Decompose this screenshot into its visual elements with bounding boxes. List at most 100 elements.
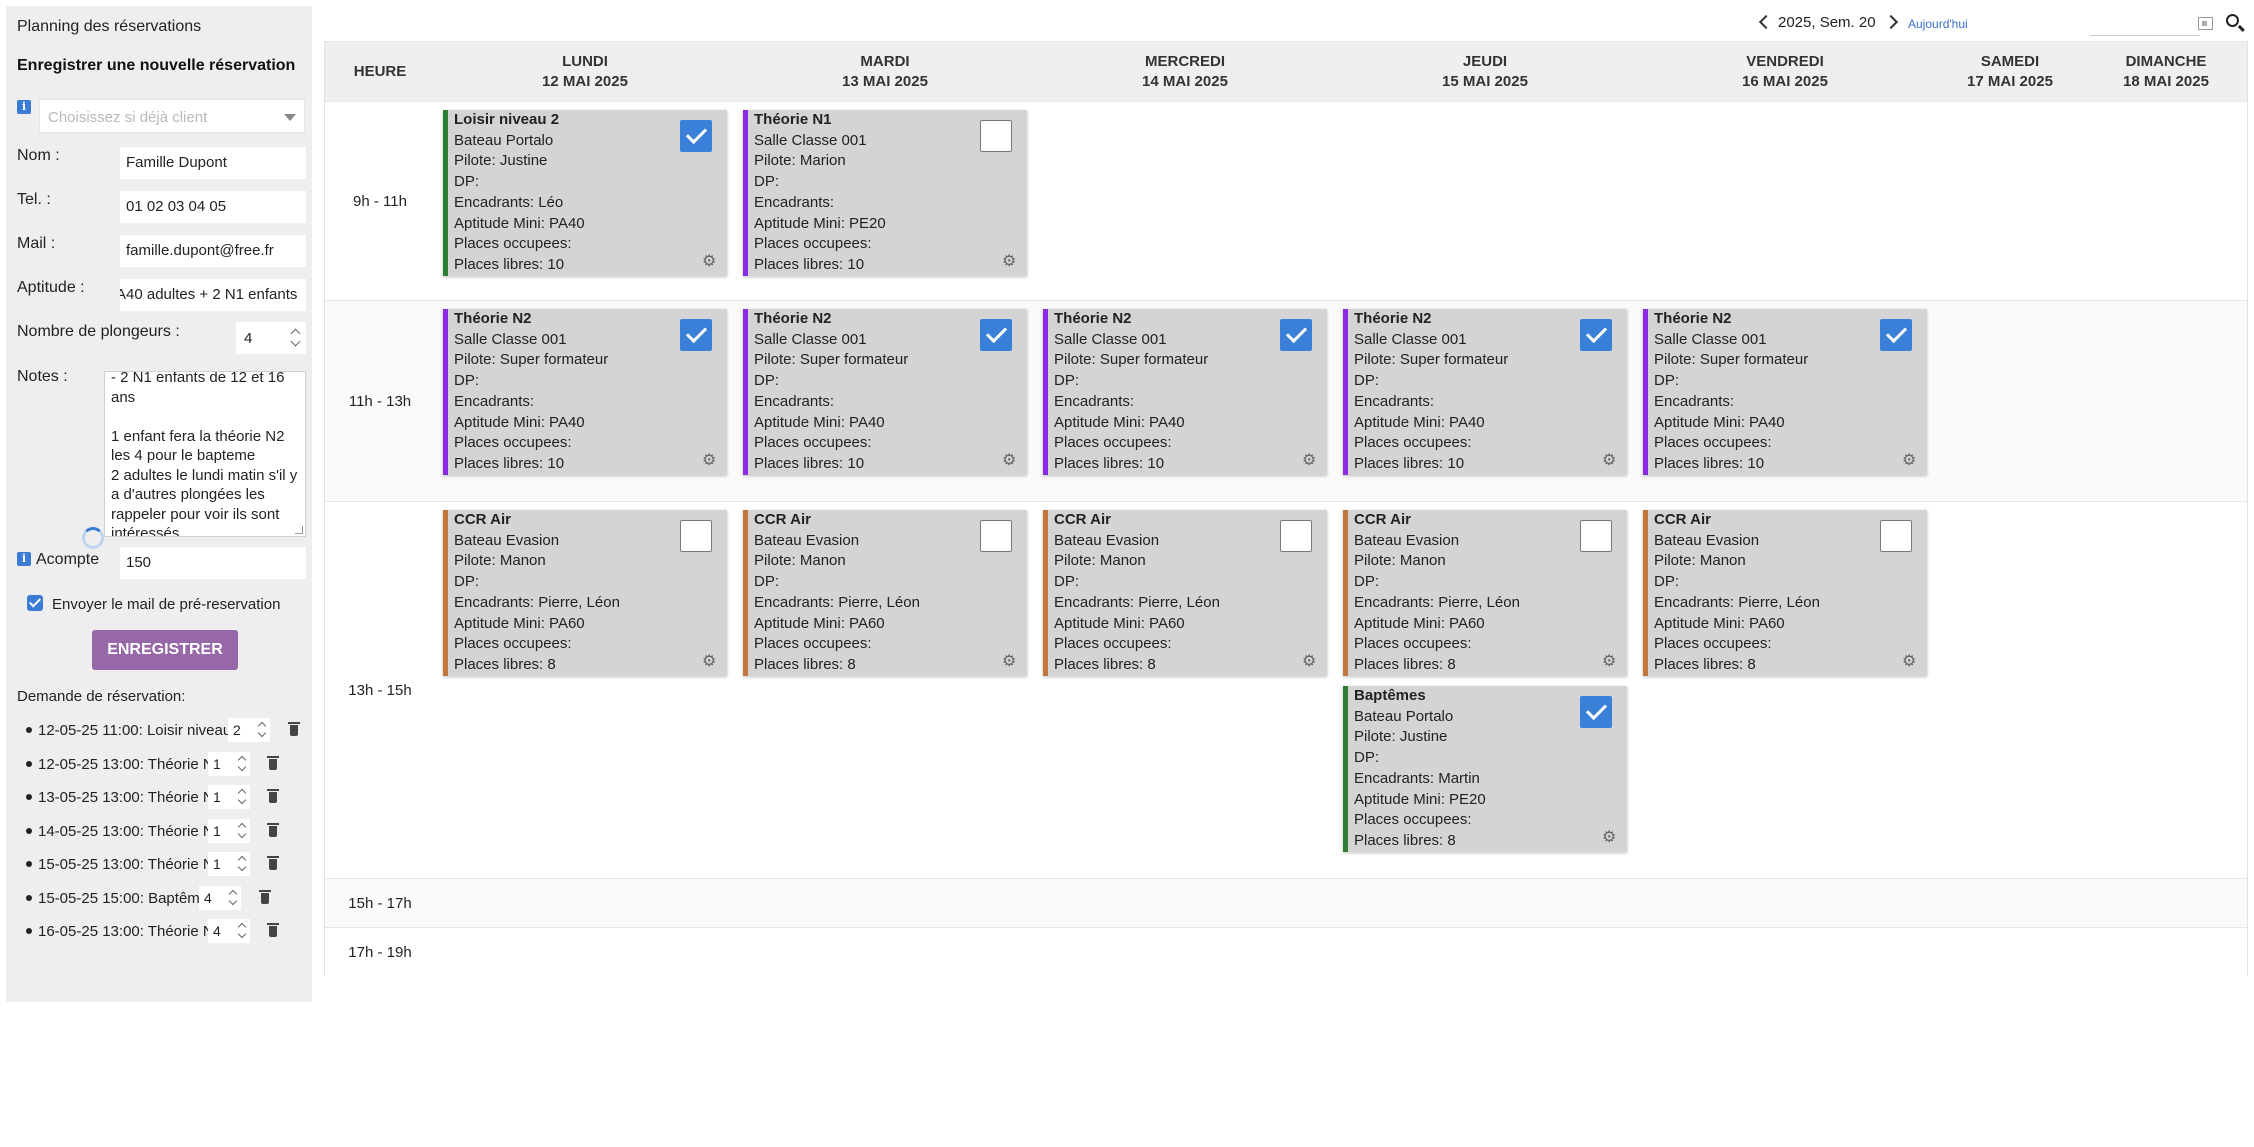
event-checkbox[interactable] (980, 120, 1012, 152)
event-card[interactable]: Théorie N2 Salle Classe 001 Pilote: Super … (743, 309, 1027, 475)
event-detail: Places libres: 8 (1354, 831, 1456, 849)
event-card[interactable]: CCR Air Bateau Evasion Pilote: Manon DP: Enc… (1643, 510, 1927, 676)
event-card[interactable]: CCR Air Bateau Evasion Pilote: Manon DP: Enc… (1043, 510, 1327, 676)
event-detail: DP: (754, 372, 780, 390)
event-detail: Places libres: 8 (1354, 655, 1456, 673)
stepper-arrows-icon[interactable] (288, 325, 303, 351)
event-detail: Aptitude Mini: PA40 (1354, 413, 1485, 431)
gear-icon[interactable]: ⚙ (1902, 654, 1916, 670)
today-link[interactable]: Aujourd'hui (1908, 17, 1968, 31)
event-card[interactable]: Théorie N2 Salle Classe 001 Pilote: Super … (1643, 309, 1927, 475)
event-checkbox[interactable] (980, 520, 1012, 552)
stepper-arrows-icon[interactable] (236, 753, 248, 775)
event-card[interactable]: Théorie N2 Salle Classe 001 Pilote: Super … (1043, 309, 1327, 475)
request-qty-stepper[interactable]: 1 (208, 785, 250, 809)
divers-count-stepper[interactable]: 4 (236, 322, 306, 354)
save-button[interactable]: ENREGISTRER (92, 630, 238, 670)
event-checkbox[interactable] (1580, 696, 1612, 728)
acompte-input[interactable]: 150 (120, 547, 306, 579)
event-details: CCR Air Bateau Evasion Pilote: Manon DP: Enc… (1654, 510, 1820, 676)
trash-icon[interactable] (259, 889, 271, 905)
stepper-arrows-icon[interactable] (227, 887, 239, 909)
trash-icon[interactable] (288, 722, 300, 737)
trash-icon[interactable] (267, 789, 279, 804)
event-checkbox[interactable] (1280, 319, 1312, 351)
resize-handle-icon[interactable] (295, 526, 303, 534)
gear-icon[interactable]: ⚙ (702, 453, 716, 469)
notes-textarea[interactable]: - 2 N1 enfants de 12 et 16 ans 1 enfant … (104, 371, 306, 537)
gear-icon[interactable]: ⚙ (1602, 453, 1616, 469)
event-checkbox[interactable] (680, 319, 712, 351)
event-checkbox[interactable] (680, 520, 712, 552)
event-detail: Bateau Evasion (1054, 531, 1160, 549)
event-detail: Places occupees: (1354, 635, 1472, 653)
request-qty-stepper[interactable]: 1 (208, 751, 250, 776)
request-qty-stepper[interactable]: 4 (208, 919, 250, 943)
tel-input[interactable]: 01 02 03 04 05 (120, 191, 306, 223)
event-detail: Aptitude Mini: PA40 (754, 413, 885, 431)
next-week-icon[interactable] (1883, 14, 1899, 30)
event-checkbox[interactable] (1580, 520, 1612, 552)
event-detail: Places libres: 10 (754, 454, 865, 472)
day-date: 16 MAI 2025 (1742, 73, 1828, 90)
client-select[interactable]: Choisissez si déjà client (39, 99, 305, 133)
gear-icon[interactable]: ⚙ (1302, 654, 1316, 670)
event-card[interactable]: CCR Air Bateau Evasion Pilote: Manon DP: Enc… (1343, 510, 1627, 676)
mail-input[interactable]: famille.dupont@free.fr (120, 235, 306, 267)
gear-icon[interactable]: ⚙ (1902, 453, 1916, 469)
gear-icon[interactable]: ⚙ (702, 254, 716, 270)
event-card[interactable]: Théorie N1 Salle Classe 001 Pilote: Marion… (743, 110, 1027, 276)
event-card[interactable]: CCR Air Bateau Evasion Pilote: Manon DP: Enc… (743, 510, 1027, 676)
trash-icon[interactable] (267, 856, 279, 871)
event-detail: Encadrants: (754, 392, 835, 410)
send-mail-checkbox[interactable] (27, 595, 43, 611)
event-detail: Places occupees: (1054, 434, 1172, 452)
name-input[interactable]: Famille Dupont (120, 147, 306, 179)
trash-icon[interactable] (267, 923, 279, 938)
event-detail: Aptitude Mini: PE20 (754, 214, 886, 232)
hour-column-header: HEURE (353, 63, 407, 80)
request-qty-stepper[interactable]: 1 (208, 818, 250, 843)
event-checkbox[interactable] (1280, 520, 1312, 552)
request-qty-stepper[interactable]: 1 (208, 852, 250, 876)
request-qty-stepper[interactable]: 2 (228, 718, 270, 742)
event-title: Théorie N2 (1654, 310, 1732, 327)
event-checkbox[interactable] (1580, 319, 1612, 351)
stepper-arrows-icon[interactable] (236, 786, 248, 808)
prev-week-icon[interactable] (1758, 14, 1774, 30)
event-card[interactable]: Théorie N2 Salle Classe 001 Pilote: Super … (1343, 309, 1627, 475)
aptitude-input[interactable]: A40 adultes + 2 N1 enfants (120, 279, 306, 311)
gear-icon[interactable]: ⚙ (1002, 453, 1016, 469)
event-checkbox[interactable] (1880, 520, 1912, 552)
event-checkbox[interactable] (980, 319, 1012, 351)
acompte-info-icon[interactable]: i (17, 552, 31, 566)
search-icon[interactable] (2226, 14, 2239, 27)
info-icon[interactable]: i (17, 100, 31, 114)
calendar-view-icon[interactable] (2198, 17, 2213, 30)
trash-icon[interactable] (267, 822, 279, 838)
gear-icon[interactable]: ⚙ (1302, 453, 1316, 469)
time-slot-label: 11h - 13h (348, 392, 412, 410)
gear-icon[interactable]: ⚙ (1002, 654, 1016, 670)
event-card[interactable]: Théorie N2 Salle Classe 001 Pilote: Super … (443, 309, 727, 475)
event-checkbox[interactable] (680, 120, 712, 152)
event-details: CCR Air Bateau Evasion Pilote: Manon DP: Enc… (1054, 510, 1220, 676)
stepper-arrows-icon[interactable] (236, 853, 248, 875)
event-detail: Places occupees: (754, 635, 872, 653)
event-card[interactable]: CCR Air Bateau Evasion Pilote: Manon DP: Enc… (443, 510, 727, 676)
request-qty-stepper[interactable]: 4 (199, 885, 241, 910)
stepper-arrows-icon[interactable] (236, 820, 248, 842)
stepper-arrows-icon[interactable] (256, 719, 268, 741)
gear-icon[interactable]: ⚙ (1602, 654, 1616, 670)
event-card[interactable]: Baptêmes Bateau Portalo Pilote: Justine DP:… (1343, 686, 1627, 852)
event-detail: Pilote: Super formateur (1354, 351, 1509, 369)
trash-icon[interactable] (267, 755, 279, 771)
gear-icon[interactable]: ⚙ (702, 654, 716, 670)
event-detail: Encadrants: Léo (454, 193, 564, 211)
gear-icon[interactable]: ⚙ (1602, 830, 1616, 846)
event-card[interactable]: Loisir niveau 2 Bateau Portalo Pilote: Jus… (443, 110, 727, 276)
event-checkbox[interactable] (1880, 319, 1912, 351)
gear-icon[interactable]: ⚙ (1002, 254, 1016, 270)
stepper-arrows-icon[interactable] (236, 920, 248, 942)
request-item: 12-05-25 13:00: Théorie N2 1 (18, 751, 308, 776)
